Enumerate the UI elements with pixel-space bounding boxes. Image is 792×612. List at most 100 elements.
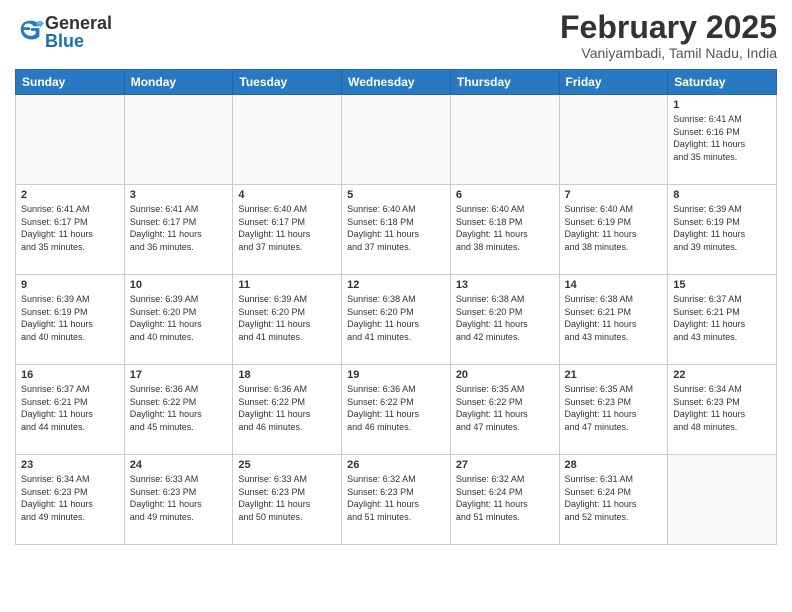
day-number: 10 bbox=[130, 279, 228, 291]
day-number: 20 bbox=[456, 369, 554, 381]
day-cell-4-0: 23 Sunrise: 6:34 AM Sunset: 6:23 PM Dayli… bbox=[16, 455, 125, 545]
day-info: Sunrise: 6:38 AM Sunset: 6:20 PM Dayligh… bbox=[456, 293, 554, 343]
week-row-1: 1 Sunrise: 6:41 AM Sunset: 6:16 PM Daylig… bbox=[16, 95, 777, 185]
day-info: Sunrise: 6:37 AM Sunset: 6:21 PM Dayligh… bbox=[673, 293, 771, 343]
week-row-4: 16 Sunrise: 6:37 AM Sunset: 6:21 PM Dayli… bbox=[16, 365, 777, 455]
day-cell-0-4 bbox=[450, 95, 559, 185]
logo-blue: Blue bbox=[45, 32, 112, 50]
day-number: 14 bbox=[565, 279, 663, 291]
day-cell-3-1: 17 Sunrise: 6:36 AM Sunset: 6:22 PM Dayli… bbox=[124, 365, 233, 455]
day-number: 19 bbox=[347, 369, 445, 381]
day-number: 15 bbox=[673, 279, 771, 291]
day-info: Sunrise: 6:40 AM Sunset: 6:18 PM Dayligh… bbox=[456, 203, 554, 253]
day-info: Sunrise: 6:41 AM Sunset: 6:16 PM Dayligh… bbox=[673, 113, 771, 163]
day-number: 3 bbox=[130, 189, 228, 201]
day-number: 26 bbox=[347, 459, 445, 471]
day-number: 22 bbox=[673, 369, 771, 381]
day-info: Sunrise: 6:39 AM Sunset: 6:20 PM Dayligh… bbox=[130, 293, 228, 343]
day-info: Sunrise: 6:34 AM Sunset: 6:23 PM Dayligh… bbox=[21, 473, 119, 523]
day-info: Sunrise: 6:40 AM Sunset: 6:19 PM Dayligh… bbox=[565, 203, 663, 253]
logo-text: General Blue bbox=[45, 14, 112, 50]
day-info: Sunrise: 6:38 AM Sunset: 6:21 PM Dayligh… bbox=[565, 293, 663, 343]
location-subtitle: Vaniyambadi, Tamil Nadu, India bbox=[560, 45, 777, 61]
day-cell-0-0 bbox=[16, 95, 125, 185]
day-cell-2-0: 9 Sunrise: 6:39 AM Sunset: 6:19 PM Daylig… bbox=[16, 275, 125, 365]
day-number: 17 bbox=[130, 369, 228, 381]
week-row-3: 9 Sunrise: 6:39 AM Sunset: 6:19 PM Daylig… bbox=[16, 275, 777, 365]
day-number: 21 bbox=[565, 369, 663, 381]
day-cell-1-6: 8 Sunrise: 6:39 AM Sunset: 6:19 PM Daylig… bbox=[668, 185, 777, 275]
day-info: Sunrise: 6:32 AM Sunset: 6:23 PM Dayligh… bbox=[347, 473, 445, 523]
day-info: Sunrise: 6:40 AM Sunset: 6:18 PM Dayligh… bbox=[347, 203, 445, 253]
day-number: 13 bbox=[456, 279, 554, 291]
week-row-5: 23 Sunrise: 6:34 AM Sunset: 6:23 PM Dayli… bbox=[16, 455, 777, 545]
day-number: 8 bbox=[673, 189, 771, 201]
day-number: 9 bbox=[21, 279, 119, 291]
day-cell-2-1: 10 Sunrise: 6:39 AM Sunset: 6:20 PM Dayli… bbox=[124, 275, 233, 365]
day-info: Sunrise: 6:36 AM Sunset: 6:22 PM Dayligh… bbox=[130, 383, 228, 433]
day-info: Sunrise: 6:36 AM Sunset: 6:22 PM Dayligh… bbox=[347, 383, 445, 433]
calendar-header-row: Sunday Monday Tuesday Wednesday Thursday… bbox=[16, 70, 777, 95]
day-info: Sunrise: 6:37 AM Sunset: 6:21 PM Dayligh… bbox=[21, 383, 119, 433]
day-info: Sunrise: 6:38 AM Sunset: 6:20 PM Dayligh… bbox=[347, 293, 445, 343]
day-cell-3-4: 20 Sunrise: 6:35 AM Sunset: 6:22 PM Dayli… bbox=[450, 365, 559, 455]
day-cell-1-1: 3Sunrise: 6:41 AM Sunset: 6:17 PM Daylig… bbox=[124, 185, 233, 275]
day-cell-4-6 bbox=[668, 455, 777, 545]
day-number: 6 bbox=[456, 189, 554, 201]
day-number: 5 bbox=[347, 189, 445, 201]
day-cell-1-4: 6 Sunrise: 6:40 AM Sunset: 6:18 PM Daylig… bbox=[450, 185, 559, 275]
header: General Blue February 2025 Vaniyambadi, … bbox=[15, 10, 777, 61]
logo-icon bbox=[17, 16, 45, 44]
day-number: 4 bbox=[238, 189, 336, 201]
logo: General Blue bbox=[15, 14, 112, 50]
day-number: 12 bbox=[347, 279, 445, 291]
day-cell-4-4: 27Sunrise: 6:32 AM Sunset: 6:24 PM Dayli… bbox=[450, 455, 559, 545]
month-title: February 2025 bbox=[560, 10, 777, 45]
day-info: Sunrise: 6:35 AM Sunset: 6:23 PM Dayligh… bbox=[565, 383, 663, 433]
day-info: Sunrise: 6:41 AM Sunset: 6:17 PM Dayligh… bbox=[21, 203, 119, 253]
day-number: 25 bbox=[238, 459, 336, 471]
day-cell-0-1 bbox=[124, 95, 233, 185]
day-cell-1-2: 4 Sunrise: 6:40 AM Sunset: 6:17 PM Daylig… bbox=[233, 185, 342, 275]
day-info: Sunrise: 6:31 AM Sunset: 6:24 PM Dayligh… bbox=[565, 473, 663, 523]
day-cell-2-6: 15 Sunrise: 6:37 AM Sunset: 6:21 PM Dayli… bbox=[668, 275, 777, 365]
col-friday: Friday bbox=[559, 70, 668, 95]
col-saturday: Saturday bbox=[668, 70, 777, 95]
day-info: Sunrise: 6:34 AM Sunset: 6:23 PM Dayligh… bbox=[673, 383, 771, 433]
day-cell-0-6: 1 Sunrise: 6:41 AM Sunset: 6:16 PM Daylig… bbox=[668, 95, 777, 185]
day-cell-3-2: 18 Sunrise: 6:36 AM Sunset: 6:22 PM Dayli… bbox=[233, 365, 342, 455]
col-monday: Monday bbox=[124, 70, 233, 95]
day-cell-2-3: 12 Sunrise: 6:38 AM Sunset: 6:20 PM Dayli… bbox=[342, 275, 451, 365]
day-number: 23 bbox=[21, 459, 119, 471]
day-info: Sunrise: 6:32 AM Sunset: 6:24 PM Dayligh… bbox=[456, 473, 554, 523]
title-block: February 2025 Vaniyambadi, Tamil Nadu, I… bbox=[560, 10, 777, 61]
day-info: Sunrise: 6:33 AM Sunset: 6:23 PM Dayligh… bbox=[238, 473, 336, 523]
week-row-2: 2 Sunrise: 6:41 AM Sunset: 6:17 PM Daylig… bbox=[16, 185, 777, 275]
day-number: 2 bbox=[21, 189, 119, 201]
day-info: Sunrise: 6:33 AM Sunset: 6:23 PM Dayligh… bbox=[130, 473, 228, 523]
day-info: Sunrise: 6:40 AM Sunset: 6:17 PM Dayligh… bbox=[238, 203, 336, 253]
day-cell-4-1: 24Sunrise: 6:33 AM Sunset: 6:23 PM Dayli… bbox=[124, 455, 233, 545]
day-cell-3-3: 19 Sunrise: 6:36 AM Sunset: 6:22 PM Dayli… bbox=[342, 365, 451, 455]
day-number: 1 bbox=[673, 99, 771, 111]
day-cell-1-5: 7 Sunrise: 6:40 AM Sunset: 6:19 PM Daylig… bbox=[559, 185, 668, 275]
day-cell-1-3: 5 Sunrise: 6:40 AM Sunset: 6:18 PM Daylig… bbox=[342, 185, 451, 275]
day-cell-0-5 bbox=[559, 95, 668, 185]
day-cell-0-3 bbox=[342, 95, 451, 185]
day-number: 7 bbox=[565, 189, 663, 201]
day-cell-4-2: 25 Sunrise: 6:33 AM Sunset: 6:23 PM Dayli… bbox=[233, 455, 342, 545]
day-number: 18 bbox=[238, 369, 336, 381]
day-info: Sunrise: 6:35 AM Sunset: 6:22 PM Dayligh… bbox=[456, 383, 554, 433]
logo-general: General bbox=[45, 14, 112, 32]
col-thursday: Thursday bbox=[450, 70, 559, 95]
col-wednesday: Wednesday bbox=[342, 70, 451, 95]
day-info: Sunrise: 6:39 AM Sunset: 6:19 PM Dayligh… bbox=[673, 203, 771, 253]
day-number: 11 bbox=[238, 279, 336, 291]
day-number: 16 bbox=[21, 369, 119, 381]
day-number: 28 bbox=[565, 459, 663, 471]
day-cell-2-5: 14 Sunrise: 6:38 AM Sunset: 6:21 PM Dayli… bbox=[559, 275, 668, 365]
day-info: Sunrise: 6:36 AM Sunset: 6:22 PM Dayligh… bbox=[238, 383, 336, 433]
day-info: Sunrise: 6:39 AM Sunset: 6:19 PM Dayligh… bbox=[21, 293, 119, 343]
day-cell-2-4: 13 Sunrise: 6:38 AM Sunset: 6:20 PM Dayli… bbox=[450, 275, 559, 365]
col-sunday: Sunday bbox=[16, 70, 125, 95]
